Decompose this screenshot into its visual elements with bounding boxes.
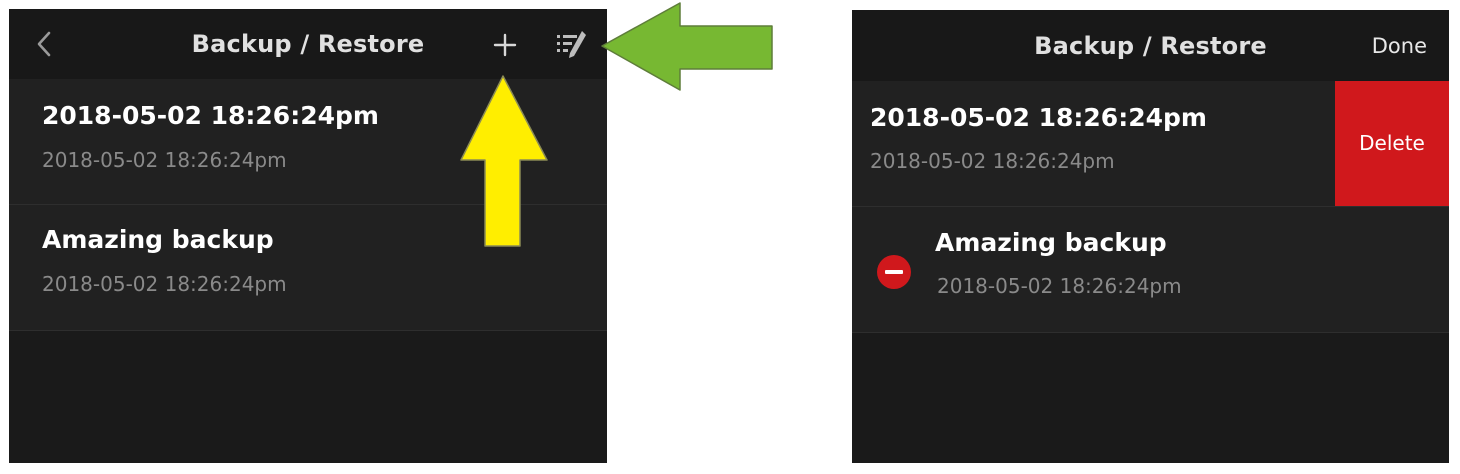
done-button[interactable]: Done [1372,10,1427,82]
backup-date: 2018-05-02 18:26:24pm [42,272,287,296]
backup-list-item[interactable]: 2018-05-02 18:26:24pm 2018-05-02 18:26:2… [852,81,1449,207]
add-backup-button[interactable] [493,33,517,57]
edit-list-icon [557,31,586,58]
page-title: Backup / Restore [1034,32,1267,60]
navigation-bar: Backup / Restore [9,9,607,79]
backup-title: 2018-05-02 18:26:24pm [42,101,379,130]
backup-title: 2018-05-02 18:26:24pm [870,103,1207,132]
arrow-up-icon [460,75,548,247]
backup-list-item[interactable]: Amazing backup 2018-05-02 18:26:24pm [852,207,1449,333]
page-title: Backup / Restore [191,30,425,58]
backup-date: 2018-05-02 18:26:24pm [870,149,1115,173]
back-button[interactable] [35,30,53,58]
plus-icon [493,33,517,57]
chevron-left-icon [37,31,51,57]
delete-toggle-button[interactable] [876,254,912,290]
arrow-left-icon [601,2,773,91]
navigation-bar: Backup / Restore Done [852,10,1449,82]
backup-title: Amazing backup [42,225,274,254]
minus-circle-icon [877,255,911,289]
edit-list-button[interactable] [555,29,589,61]
backup-date: 2018-05-02 18:26:24pm [42,148,287,172]
backup-date: 2018-05-02 18:26:24pm [937,274,1182,298]
delete-button[interactable]: Delete [1335,81,1449,206]
backup-restore-screen-editing: Backup / Restore Done 2018-05-02 18:26:2… [852,10,1449,463]
backup-title: Amazing backup [935,228,1167,257]
